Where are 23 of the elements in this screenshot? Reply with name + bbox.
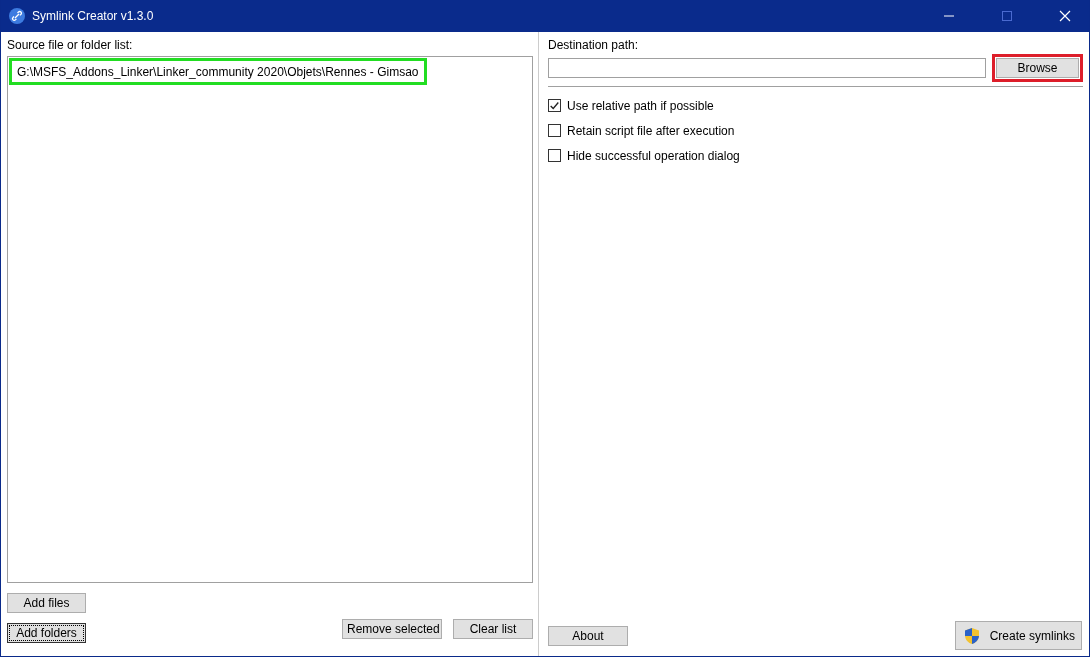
- option-label: Retain script file after execution: [567, 123, 735, 138]
- close-icon[interactable]: [1059, 10, 1071, 22]
- link-icon: [9, 8, 25, 24]
- add-button[interactable]: Add folders: [7, 623, 86, 643]
- remove-selected-button[interactable]: Remove selected: [342, 619, 442, 639]
- add-button[interactable]: Add files: [7, 593, 86, 613]
- destination-label: Destination path:: [548, 38, 640, 54]
- about-button[interactable]: About: [548, 626, 628, 646]
- destination-field[interactable]: [548, 58, 986, 78]
- checkbox[interactable]: [548, 124, 561, 137]
- source-label: Source file or folder list:: [7, 38, 134, 54]
- checkbox[interactable]: [548, 149, 561, 162]
- checkbox[interactable]: [548, 99, 561, 112]
- shield-icon: [963, 626, 980, 645]
- list-item[interactable]: G:\MSFS_Addons_Linker\Linker_community 2020\Objets\Rennes - Gimsao: [9, 58, 427, 85]
- clear-list-button[interactable]: Clear list: [453, 619, 533, 639]
- window-title: Symlink Creator v1.3.0: [32, 9, 154, 23]
- maximize-icon[interactable]: [1001, 10, 1013, 22]
- create-symlinks-button[interactable]: Create symlinks: [954, 621, 1082, 650]
- option-label: Use relative path if possible: [567, 98, 714, 113]
- source-list[interactable]: G:\MSFS_Addons_Linker\Linker_community 2020\Objets\Rennes - Gimsao: [7, 56, 533, 583]
- option-label: Hide successful operation dialog: [567, 148, 740, 163]
- browse-button[interactable]: Browse: [996, 58, 1079, 78]
